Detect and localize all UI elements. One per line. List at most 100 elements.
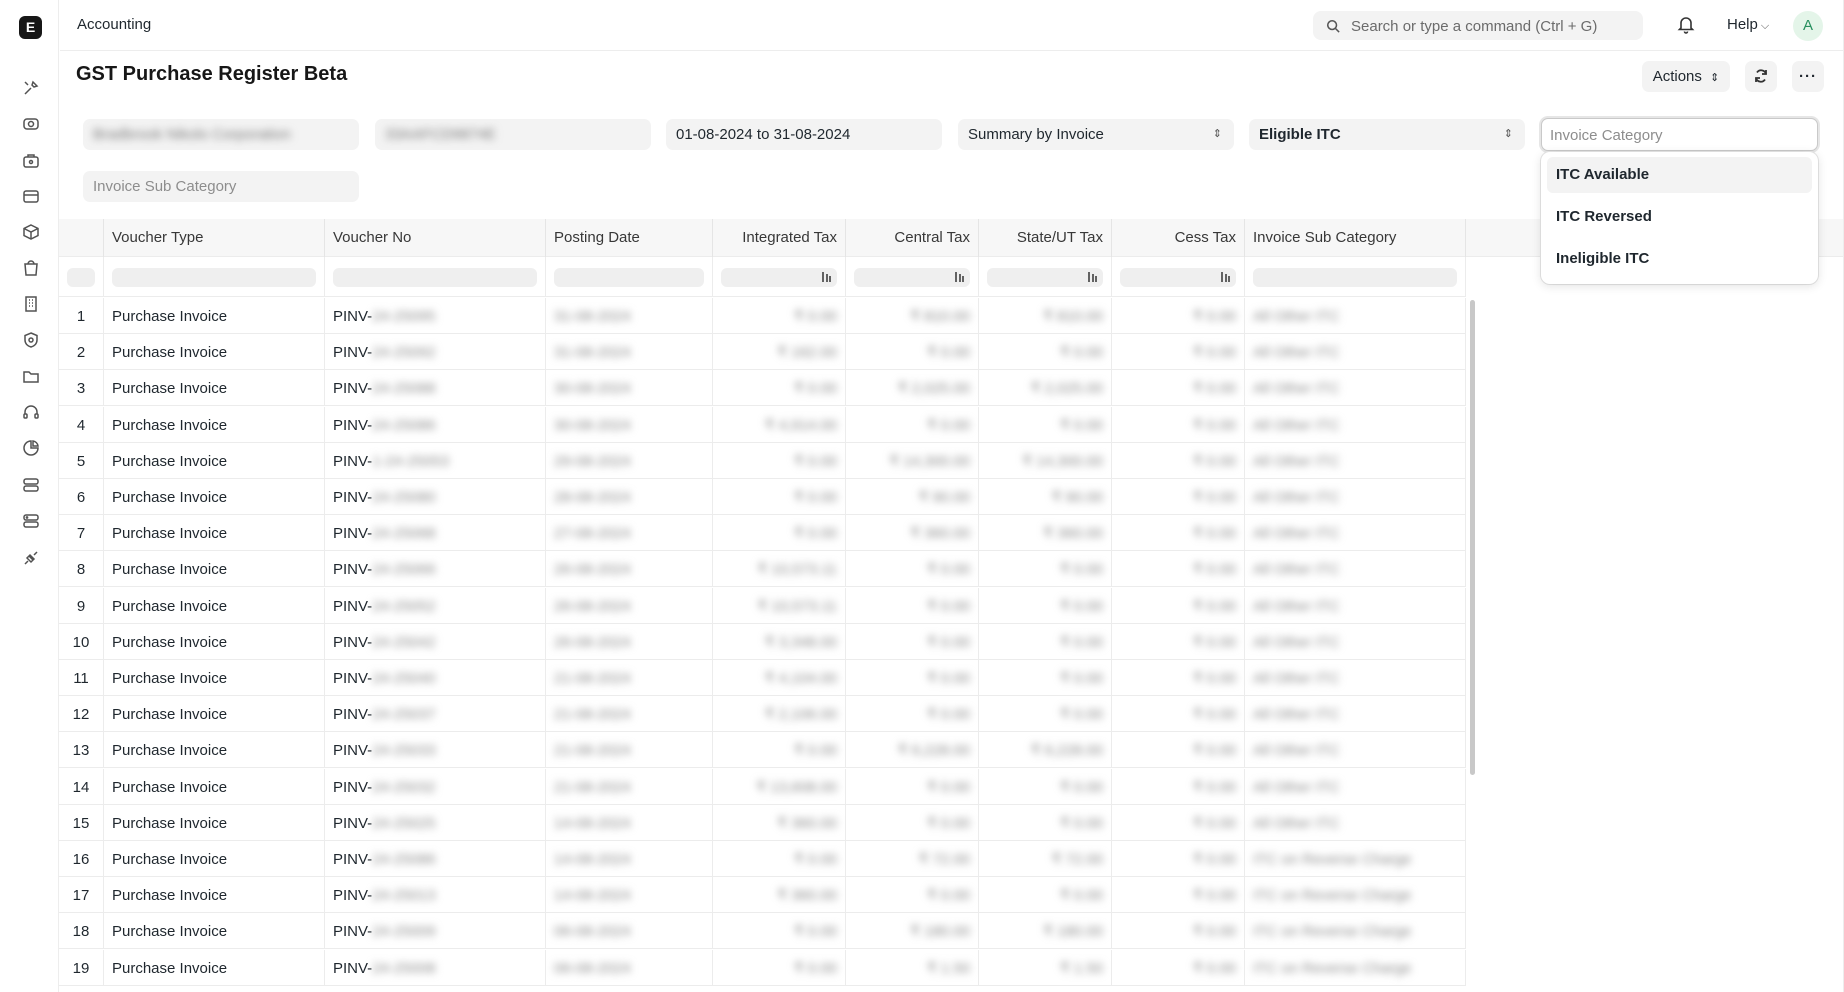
- column-filter-input[interactable]: [554, 268, 704, 287]
- integrated-tax-cell[interactable]: ₹ 0.00: [713, 370, 846, 407]
- table-row[interactable]: 11 Purchase Invoice PINV-24-25040 21-08-202…: [59, 660, 1466, 696]
- table-row[interactable]: 13 Purchase Invoice PINV-24-25033 21-08-202…: [59, 732, 1466, 769]
- state-ut-tax-cell[interactable]: ₹ 0.00: [979, 877, 1112, 914]
- budget-icon[interactable]: [21, 114, 41, 134]
- filter-operator-icon[interactable]: [1085, 270, 1099, 284]
- voucher-type-cell[interactable]: Purchase Invoice: [104, 515, 325, 552]
- voucher-no-cell[interactable]: PINV-24-25009: [325, 913, 546, 950]
- posting-date-cell[interactable]: 30-08-2024: [546, 406, 713, 443]
- integrated-tax-cell[interactable]: ₹ 10,573.11: [713, 587, 846, 624]
- state-ut-tax-cell[interactable]: ₹ 72.00: [979, 841, 1112, 877]
- table-row[interactable]: 4 Purchase Invoice PINV-24-25086 30-08-2024…: [59, 406, 1466, 443]
- filter-operator-icon[interactable]: [952, 270, 966, 284]
- folder-icon[interactable]: [21, 366, 41, 386]
- invoice-sub-category-cell[interactable]: All Other ITC: [1245, 660, 1466, 696]
- invoice-category-filter[interactable]: [1541, 118, 1818, 151]
- invoice-sub-category-cell[interactable]: All Other ITC: [1245, 406, 1466, 443]
- option-ineligible-itc[interactable]: Ineligible ITC: [1547, 241, 1812, 277]
- voucher-no-cell[interactable]: PINV-24-25042: [325, 623, 546, 660]
- col-header-invoice-sub-category[interactable]: Invoice Sub Category: [1245, 219, 1466, 257]
- column-filter-input[interactable]: [67, 268, 95, 287]
- column-filter-input[interactable]: [1253, 268, 1457, 287]
- voucher-no-cell[interactable]: PINV-1-24-25053: [325, 442, 546, 479]
- invoice-sub-category-cell[interactable]: ITC on Reverse Charge: [1245, 841, 1466, 877]
- col-header-posting-date[interactable]: Posting Date: [546, 219, 713, 257]
- central-tax-cell[interactable]: ₹ 90.00: [846, 479, 979, 515]
- central-tax-cell[interactable]: ₹ 0.00: [846, 660, 979, 696]
- posting-date-cell[interactable]: 14-08-2024: [546, 841, 713, 877]
- plug-icon[interactable]: [21, 548, 41, 568]
- invoice-category-input[interactable]: [1550, 125, 1810, 145]
- posting-date-cell[interactable]: 21-08-2024: [546, 732, 713, 769]
- invoice-sub-category-cell[interactable]: All Other ITC: [1245, 370, 1466, 407]
- cess-tax-cell[interactable]: ₹ 0.00: [1112, 660, 1245, 696]
- integrated-tax-cell[interactable]: ₹ 0.00: [713, 479, 846, 515]
- integrated-tax-cell[interactable]: ₹ 10,573.11: [713, 551, 846, 588]
- voucher-no-cell[interactable]: PINV-24-25080: [325, 479, 546, 515]
- option-itc-available[interactable]: ITC Available: [1547, 157, 1812, 193]
- central-tax-cell[interactable]: ₹ 2,025.00: [846, 370, 979, 407]
- cess-tax-cell[interactable]: ₹ 0.00: [1112, 949, 1245, 986]
- integrated-tax-cell[interactable]: ₹ 0.00: [713, 515, 846, 552]
- table-row[interactable]: 15 Purchase Invoice PINV-24-25025 14-08-202…: [59, 804, 1466, 841]
- voucher-type-cell[interactable]: Purchase Invoice: [104, 479, 325, 515]
- table-row[interactable]: 1 Purchase Invoice PINV-24-25095 31-08-2024…: [59, 298, 1466, 334]
- table-row[interactable]: 7 Purchase Invoice PINV-24-25068 27-08-2024…: [59, 515, 1466, 552]
- integrated-tax-cell[interactable]: ₹ 0.00: [713, 841, 846, 877]
- posting-date-cell[interactable]: 28-08-2024: [546, 479, 713, 515]
- table-row[interactable]: 9 Purchase Invoice PINV-24-25052 26-08-2024…: [59, 587, 1466, 624]
- voucher-type-cell[interactable]: Purchase Invoice: [104, 804, 325, 841]
- table-row[interactable]: 6 Purchase Invoice PINV-24-25080 28-08-2024…: [59, 479, 1466, 515]
- invoice-sub-category-filter[interactable]: Invoice Sub Category: [83, 171, 359, 202]
- notifications-button[interactable]: [1676, 14, 1698, 36]
- help-menu[interactable]: Help ⌵: [1727, 16, 1769, 33]
- invoice-sub-category-cell[interactable]: All Other ITC: [1245, 479, 1466, 515]
- cess-tax-cell[interactable]: ₹ 0.00: [1112, 370, 1245, 407]
- voucher-no-cell[interactable]: PINV-24-25086: [325, 841, 546, 877]
- company-filter[interactable]: Bradbrook Nikolo Corporation: [83, 119, 359, 150]
- voucher-no-cell[interactable]: PINV-24-25068: [325, 515, 546, 552]
- state-ut-tax-cell[interactable]: ₹ 90.00: [979, 479, 1112, 515]
- integrated-tax-cell[interactable]: ₹ 360.00: [713, 877, 846, 914]
- state-ut-tax-cell[interactable]: ₹ 1.50: [979, 949, 1112, 986]
- posting-date-cell[interactable]: 06-08-2024: [546, 913, 713, 950]
- voucher-no-cell[interactable]: PINV-24-25052: [325, 587, 546, 624]
- search-bar[interactable]: [1313, 11, 1643, 40]
- integrated-tax-cell[interactable]: ₹ 3,348.00: [713, 623, 846, 660]
- shield-icon[interactable]: [21, 330, 41, 350]
- posting-date-cell[interactable]: 06-08-2024: [546, 949, 713, 986]
- option-itc-reversed[interactable]: ITC Reversed: [1547, 199, 1812, 235]
- table-row[interactable]: 19 Purchase Invoice PINV-24-25008 06-08-202…: [59, 949, 1466, 986]
- state-ut-tax-cell[interactable]: ₹ 0.00: [979, 623, 1112, 660]
- pie-chart-icon[interactable]: [21, 438, 41, 458]
- avatar[interactable]: A: [1793, 11, 1823, 41]
- cess-tax-cell[interactable]: ₹ 0.00: [1112, 877, 1245, 914]
- cess-tax-cell[interactable]: ₹ 0.00: [1112, 623, 1245, 660]
- posting-date-cell[interactable]: 31-08-2024: [546, 334, 713, 371]
- invoice-sub-category-cell[interactable]: All Other ITC: [1245, 515, 1466, 552]
- cess-tax-cell[interactable]: ₹ 0.00: [1112, 587, 1245, 624]
- voucher-type-cell[interactable]: Purchase Invoice: [104, 587, 325, 624]
- column-filter-input[interactable]: [333, 268, 537, 287]
- posting-date-cell[interactable]: 31-08-2024: [546, 298, 713, 334]
- state-ut-tax-cell[interactable]: ₹ 0.00: [979, 696, 1112, 733]
- central-tax-cell[interactable]: ₹ 0.00: [846, 877, 979, 914]
- posting-date-cell[interactable]: 14-08-2024: [546, 804, 713, 841]
- cess-tax-cell[interactable]: ₹ 0.00: [1112, 479, 1245, 515]
- voucher-no-cell[interactable]: PINV-24-25086: [325, 406, 546, 443]
- posting-date-cell[interactable]: 21-08-2024: [546, 696, 713, 733]
- state-ut-tax-cell[interactable]: ₹ 0.00: [979, 406, 1112, 443]
- posting-date-cell[interactable]: 21-08-2024: [546, 660, 713, 696]
- cess-tax-cell[interactable]: ₹ 0.00: [1112, 515, 1245, 552]
- box-icon[interactable]: [21, 222, 41, 242]
- filter-operator-icon[interactable]: [1218, 270, 1232, 284]
- voucher-no-cell[interactable]: PINV-24-25008: [325, 949, 546, 986]
- state-ut-tax-cell[interactable]: ₹ 6,228.00: [979, 732, 1112, 769]
- state-ut-tax-cell[interactable]: ₹ 0.00: [979, 768, 1112, 805]
- state-ut-tax-cell[interactable]: ₹ 0.00: [979, 804, 1112, 841]
- central-tax-cell[interactable]: ₹ 0.00: [846, 551, 979, 588]
- table-row[interactable]: 17 Purchase Invoice PINV-24-25013 14-08-202…: [59, 877, 1466, 914]
- state-ut-tax-cell[interactable]: ₹ 360.00: [979, 515, 1112, 552]
- integrated-tax-cell[interactable]: ₹ 162.00: [713, 334, 846, 371]
- vertical-scrollbar[interactable]: [1470, 300, 1475, 775]
